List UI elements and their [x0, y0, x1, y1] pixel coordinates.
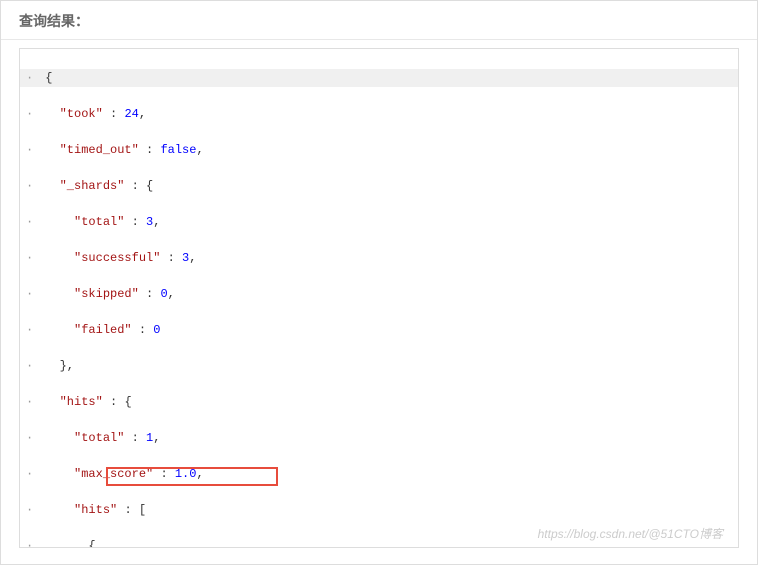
code-line: · }, — [20, 357, 738, 375]
code-line: · "failed" : 0 — [20, 321, 738, 339]
code-line: · "took" : 24, — [20, 105, 738, 123]
code-line: · "timed_out" : false, — [20, 141, 738, 159]
code-line: · { — [20, 69, 738, 87]
code-line: · "successful" : 3, — [20, 249, 738, 267]
content-area: · { · "took" : 24, · "timed_out" : false… — [1, 40, 757, 564]
panel: 查询结果： · { · "took" : 24, · "timed_out" :… — [0, 0, 758, 565]
code-line: · "hits" : { — [20, 393, 738, 411]
code-line: · "hits" : [ — [20, 501, 738, 519]
json-result-block[interactable]: · { · "took" : 24, · "timed_out" : false… — [19, 48, 739, 548]
watermark-text: https://blog.csdn.net/@51CTO博客 — [538, 525, 723, 543]
header-title: 查询结果： — [19, 13, 89, 29]
code-line: · "max_score" : 1.0, — [20, 465, 738, 483]
code-line: · "total" : 1, — [20, 429, 738, 447]
code-line: · "skipped" : 0, — [20, 285, 738, 303]
code-line: · "_shards" : { — [20, 177, 738, 195]
code-line: · "total" : 3, — [20, 213, 738, 231]
panel-header: 查询结果： — [1, 1, 757, 40]
